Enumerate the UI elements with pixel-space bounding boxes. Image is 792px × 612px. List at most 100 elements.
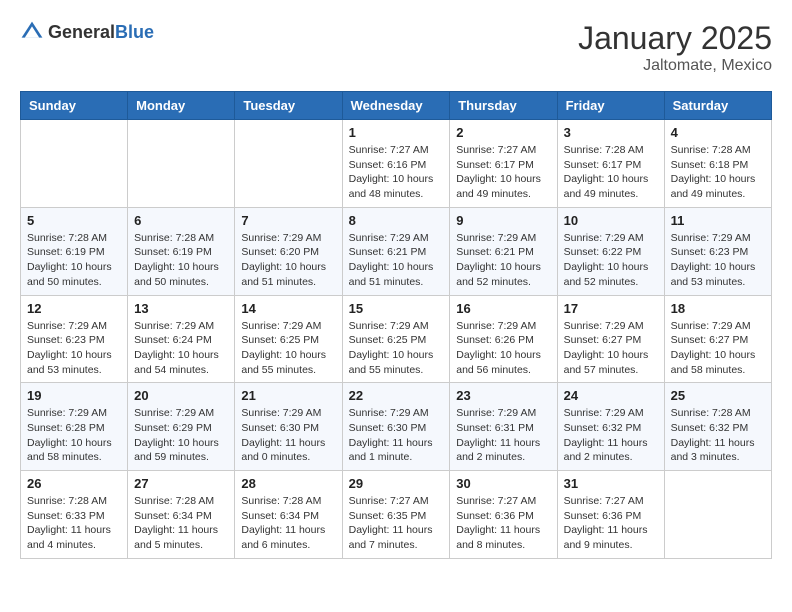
calendar-cell: 2Sunrise: 7:27 AMSunset: 6:17 PMDaylight… [450,120,557,208]
calendar-cell: 17Sunrise: 7:29 AMSunset: 6:27 PMDayligh… [557,295,664,383]
calendar-cell [235,120,342,208]
day-number: 29 [349,476,444,491]
calendar-cell: 22 Sunrise: 7:29 AMSunset: 6:30 PMDayligh… [342,383,450,471]
day-info: Sunrise: 7:29 AMSunset: 6:23 PMDaylight:… [671,231,765,290]
day-info: Sunrise: 7:28 AMSunset: 6:17 PMDaylight:… [564,143,658,202]
calendar-cell [664,471,771,559]
calendar-cell: 9Sunrise: 7:29 AMSunset: 6:21 PMDaylight… [450,207,557,295]
weekday-header: Monday [128,92,235,120]
calendar-cell: 11 Sunrise: 7:29 AMSunset: 6:23 PMDayligh… [664,207,771,295]
day-number: 7 [241,213,335,228]
day-info: Sunrise: 7:27 AMSunset: 6:36 PMDaylight:… [456,494,550,553]
day-number: 24 [564,388,658,403]
calendar-cell: 23Sunrise: 7:29 AMSunset: 6:31 PMDayligh… [450,383,557,471]
location-title: Jaltomate, Mexico [578,57,772,75]
day-info: Sunrise: 7:29 AMSunset: 6:22 PMDaylight:… [564,231,658,290]
weekday-header: Saturday [664,92,771,120]
calendar-cell: 28 Sunrise: 7:28 AMSunset: 6:34 PMDayligh… [235,471,342,559]
day-number: 10 [564,213,658,228]
day-info: Sunrise: 7:28 AMSunset: 6:33 PMDaylight:… [27,494,121,553]
calendar-cell: 30Sunrise: 7:27 AMSunset: 6:36 PMDayligh… [450,471,557,559]
weekday-header: Thursday [450,92,557,120]
logo-general-text: General [48,22,115,42]
day-number: 18 [671,301,765,316]
calendar-cell: 31 Sunrise: 7:27 AMSunset: 6:36 PMDayligh… [557,471,664,559]
calendar-cell: 25 Sunrise: 7:28 AMSunset: 6:32 PMDayligh… [664,383,771,471]
weekday-header: Wednesday [342,92,450,120]
day-number: 27 [134,476,228,491]
day-info: Sunrise: 7:28 AMSunset: 6:18 PMDaylight:… [671,143,765,202]
day-number: 22 [349,388,444,403]
weekday-header: Tuesday [235,92,342,120]
calendar-cell: 8Sunrise: 7:29 AMSunset: 6:21 PMDaylight… [342,207,450,295]
day-info: Sunrise: 7:27 AMSunset: 6:17 PMDaylight:… [456,143,550,202]
calendar-table: SundayMondayTuesdayWednesdayThursdayFrid… [20,91,772,559]
day-number: 16 [456,301,550,316]
day-info: Sunrise: 7:28 AMSunset: 6:34 PMDaylight:… [134,494,228,553]
day-number: 4 [671,125,765,140]
weekday-header: Friday [557,92,664,120]
calendar-cell: 19Sunrise: 7:29 AMSunset: 6:28 PMDayligh… [21,383,128,471]
calendar-week-row: 26 Sunrise: 7:28 AMSunset: 6:33 PMDayligh… [21,471,772,559]
day-number: 6 [134,213,228,228]
calendar-cell: 1 Sunrise: 7:27 AMSunset: 6:16 PMDaylight… [342,120,450,208]
calendar-cell: 5 Sunrise: 7:28 AMSunset: 6:19 PMDaylight… [21,207,128,295]
weekday-header: Sunday [21,92,128,120]
day-number: 1 [349,125,444,140]
calendar-cell: 7 Sunrise: 7:29 AMSunset: 6:20 PMDaylight… [235,207,342,295]
day-number: 13 [134,301,228,316]
calendar-week-row: 19Sunrise: 7:29 AMSunset: 6:28 PMDayligh… [21,383,772,471]
day-number: 11 [671,213,765,228]
calendar-cell: 20Sunrise: 7:29 AMSunset: 6:29 PMDayligh… [128,383,235,471]
day-number: 31 [564,476,658,491]
day-info: Sunrise: 7:29 AMSunset: 6:30 PMDaylight:… [241,406,335,465]
day-number: 25 [671,388,765,403]
day-number: 5 [27,213,121,228]
day-info: Sunrise: 7:29 AMSunset: 6:27 PMDaylight:… [671,319,765,378]
calendar-cell: 4 Sunrise: 7:28 AMSunset: 6:18 PMDaylight… [664,120,771,208]
day-info: Sunrise: 7:27 AMSunset: 6:36 PMDaylight:… [564,494,658,553]
day-number: 28 [241,476,335,491]
calendar-cell: 24Sunrise: 7:29 AMSunset: 6:32 PMDayligh… [557,383,664,471]
calendar-cell: 18 Sunrise: 7:29 AMSunset: 6:27 PMDayligh… [664,295,771,383]
calendar-cell: 15 Sunrise: 7:29 AMSunset: 6:25 PMDayligh… [342,295,450,383]
day-number: 12 [27,301,121,316]
calendar-cell: 6 Sunrise: 7:28 AMSunset: 6:19 PMDaylight… [128,207,235,295]
day-info: Sunrise: 7:29 AMSunset: 6:23 PMDaylight:… [27,319,121,378]
calendar-cell: 12 Sunrise: 7:29 AMSunset: 6:23 PMDayligh… [21,295,128,383]
day-info: Sunrise: 7:29 AMSunset: 6:26 PMDaylight:… [456,319,550,378]
calendar-cell: 3 Sunrise: 7:28 AMSunset: 6:17 PMDaylight… [557,120,664,208]
day-info: Sunrise: 7:29 AMSunset: 6:25 PMDaylight:… [349,319,444,378]
calendar-week-row: 5 Sunrise: 7:28 AMSunset: 6:19 PMDaylight… [21,207,772,295]
day-number: 8 [349,213,444,228]
day-info: Sunrise: 7:28 AMSunset: 6:19 PMDaylight:… [134,231,228,290]
day-info: Sunrise: 7:27 AMSunset: 6:16 PMDaylight:… [349,143,444,202]
calendar-cell: 21 Sunrise: 7:29 AMSunset: 6:30 PMDayligh… [235,383,342,471]
day-number: 15 [349,301,444,316]
day-info: Sunrise: 7:29 AMSunset: 6:20 PMDaylight:… [241,231,335,290]
calendar-cell: 26 Sunrise: 7:28 AMSunset: 6:33 PMDayligh… [21,471,128,559]
day-info: Sunrise: 7:29 AMSunset: 6:30 PMDaylight:… [349,406,444,465]
calendar-week-row: 12 Sunrise: 7:29 AMSunset: 6:23 PMDayligh… [21,295,772,383]
day-number: 9 [456,213,550,228]
day-number: 21 [241,388,335,403]
calendar-cell [128,120,235,208]
day-info: Sunrise: 7:29 AMSunset: 6:28 PMDaylight:… [27,406,121,465]
logo: GeneralBlue [20,20,154,44]
logo-blue-text: Blue [115,22,154,42]
calendar-cell: 14Sunrise: 7:29 AMSunset: 6:25 PMDayligh… [235,295,342,383]
title-area: January 2025 Jaltomate, Mexico [578,20,772,75]
day-info: Sunrise: 7:28 AMSunset: 6:19 PMDaylight:… [27,231,121,290]
calendar-cell: 27 Sunrise: 7:28 AMSunset: 6:34 PMDayligh… [128,471,235,559]
page-header: GeneralBlue January 2025 Jaltomate, Mexi… [20,20,772,75]
day-info: Sunrise: 7:28 AMSunset: 6:34 PMDaylight:… [241,494,335,553]
day-number: 14 [241,301,335,316]
day-info: Sunrise: 7:29 AMSunset: 6:31 PMDaylight:… [456,406,550,465]
day-number: 20 [134,388,228,403]
day-number: 26 [27,476,121,491]
day-number: 3 [564,125,658,140]
calendar-week-row: 1 Sunrise: 7:27 AMSunset: 6:16 PMDaylight… [21,120,772,208]
weekday-header-row: SundayMondayTuesdayWednesdayThursdayFrid… [21,92,772,120]
day-info: Sunrise: 7:28 AMSunset: 6:32 PMDaylight:… [671,406,765,465]
calendar-cell: 29Sunrise: 7:27 AMSunset: 6:35 PMDayligh… [342,471,450,559]
